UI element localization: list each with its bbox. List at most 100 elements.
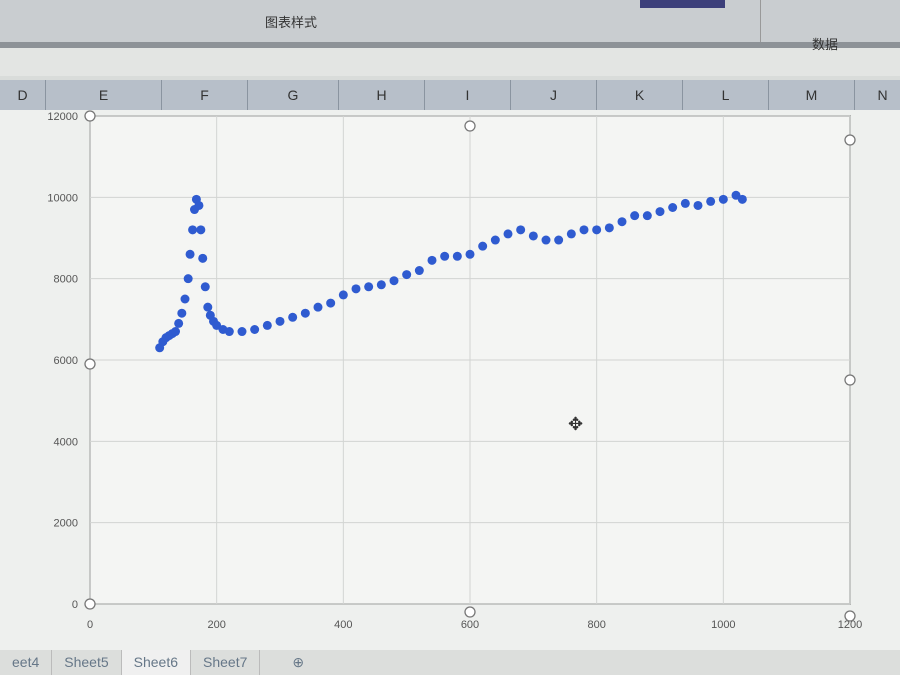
resize-handle[interactable]	[844, 134, 856, 146]
column-header-f[interactable]: F	[162, 80, 248, 110]
data-point	[465, 249, 475, 259]
y-tick-label: 4000	[54, 436, 78, 448]
y-tick-label: 8000	[54, 274, 78, 286]
data-point	[630, 211, 640, 221]
sheet-tab[interactable]: eet4	[0, 650, 53, 675]
data-point	[338, 290, 348, 300]
resize-handle[interactable]	[84, 110, 96, 122]
data-point	[200, 282, 210, 292]
data-point	[351, 284, 361, 294]
data-point	[288, 312, 298, 322]
y-tick-label: 12000	[47, 111, 78, 123]
column-header-k[interactable]: K	[597, 80, 683, 110]
data-point	[183, 274, 193, 284]
data-point	[171, 327, 180, 337]
x-tick-label: 800	[587, 619, 605, 631]
data-point	[237, 327, 247, 337]
scatter-chart[interactable]: 0 2000 4000 6000 8000 10000 12000 0 200 400 600 800…	[0, 110, 900, 650]
ribbon: 图表样式 数据	[0, 0, 900, 52]
data-point	[579, 225, 589, 235]
data-point	[440, 251, 450, 261]
resize-handle[interactable]	[464, 606, 476, 618]
data-point	[617, 217, 627, 227]
data-point	[490, 235, 500, 245]
worksheet[interactable]: 0 2000 4000 6000 8000 10000 12000 0 200 400 600 800…	[0, 110, 900, 650]
data-point	[414, 266, 424, 276]
data-point	[478, 241, 488, 251]
data-point	[668, 203, 678, 212]
data-point	[180, 294, 190, 304]
x-tick-label: 0	[87, 619, 93, 631]
x-tick-label: 200	[207, 619, 225, 631]
column-header-n[interactable]: N	[855, 80, 900, 110]
y-tick-label: 6000	[54, 355, 78, 367]
data-point	[177, 308, 187, 318]
resize-handle[interactable]	[844, 374, 856, 386]
data-point	[554, 235, 564, 245]
column-header-j[interactable]: J	[511, 80, 597, 110]
resize-handle[interactable]	[844, 610, 856, 622]
data-point	[528, 231, 538, 241]
data-point	[693, 200, 703, 210]
column-header-h[interactable]: H	[339, 80, 425, 110]
data-point	[364, 282, 374, 292]
data-point	[718, 194, 728, 204]
data-point	[655, 207, 665, 217]
data-point	[376, 280, 386, 290]
data-group-label: 数据	[812, 37, 839, 52]
data-point	[224, 327, 234, 337]
data-point	[185, 249, 195, 259]
data-point	[262, 320, 272, 330]
column-headers: DEFGHIJKLMN	[0, 80, 900, 110]
data-point	[196, 225, 206, 235]
ribbon-divider	[760, 0, 761, 42]
column-header-d[interactable]: D	[0, 80, 46, 110]
resize-handle[interactable]	[464, 120, 476, 132]
sheet-tab[interactable]: Sheet6	[121, 650, 191, 675]
formula-bar[interactable]	[0, 42, 900, 76]
add-sheet-icon[interactable]: ⊕	[280, 650, 316, 675]
data-point	[503, 229, 513, 239]
data-point	[194, 200, 204, 210]
data-point	[427, 255, 437, 265]
data-point	[516, 225, 526, 235]
move-cursor-icon: ✥	[568, 414, 583, 434]
data-point	[188, 225, 198, 235]
column-header-i[interactable]: I	[425, 80, 511, 110]
sheet-tab[interactable]: Sheet5	[52, 650, 122, 675]
column-header-e[interactable]: E	[46, 80, 162, 110]
data-point	[389, 276, 399, 286]
data-point	[174, 318, 184, 328]
data-point	[604, 223, 614, 233]
data-point	[275, 316, 285, 326]
data-point	[203, 302, 213, 312]
chart-styles-group-label: 图表样式	[265, 15, 318, 30]
resize-handle[interactable]	[84, 358, 96, 370]
data-point	[198, 253, 208, 263]
x-tick-label: 400	[334, 619, 352, 631]
data-point	[300, 308, 310, 318]
data-point	[326, 298, 336, 308]
column-header-g[interactable]: G	[248, 80, 339, 110]
data-point	[402, 270, 412, 280]
column-header-m[interactable]: M	[769, 80, 855, 110]
data-point	[541, 235, 551, 245]
column-header-l[interactable]: L	[683, 80, 769, 110]
y-tick-label: 2000	[54, 518, 78, 530]
style-preview[interactable]	[640, 0, 725, 8]
resize-handle[interactable]	[84, 598, 96, 610]
data-point	[642, 211, 652, 221]
data-point	[452, 251, 462, 261]
data-point	[592, 225, 602, 235]
sheet-tab[interactable]: Sheet7	[191, 650, 261, 675]
data-point	[680, 198, 690, 208]
data-point	[566, 229, 576, 239]
data-point	[250, 325, 260, 334]
x-tick-label: 1000	[711, 619, 735, 631]
y-tick-label: 10000	[47, 192, 78, 204]
y-tick-label: 0	[72, 599, 78, 611]
data-point	[706, 196, 716, 206]
sheet-tabs: eet4 Sheet5 Sheet6 Sheet7 ⊕	[0, 650, 900, 675]
x-tick-label: 600	[461, 619, 479, 631]
data-point	[313, 302, 323, 312]
